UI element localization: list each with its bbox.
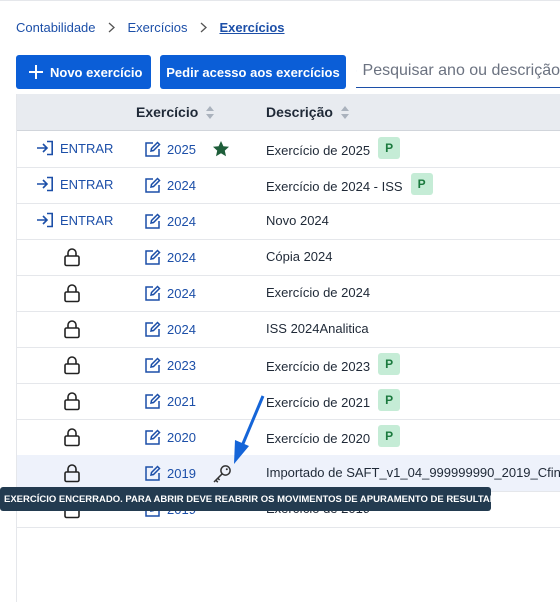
plus-icon: [29, 65, 43, 79]
new-exercise-label: Novo exercício: [50, 64, 143, 80]
breadcrumb-exercicios[interactable]: Exercícios: [128, 20, 188, 35]
chevron-right-icon: [96, 22, 128, 33]
search-box[interactable]: Pesquisar ano ou descrição: [356, 55, 560, 88]
breadcrumb-current[interactable]: Exercícios: [219, 20, 284, 35]
top-divider: [0, 0, 560, 1]
new-exercise-button[interactable]: Novo exercício: [16, 55, 151, 89]
search-icon: [356, 70, 357, 72]
chevron-right-icon: [187, 22, 219, 33]
request-access-button[interactable]: Pedir acesso aos exercícios: [160, 55, 346, 89]
breadcrumb-contabilidade[interactable]: Contabilidade: [16, 20, 96, 35]
exercises-table: Exercício Descrição ENTRAR 2025 Exercício …: [16, 94, 560, 602]
annotation-arrow: [234, 395, 265, 464]
breadcrumb: Contabilidade Exercícios Exercícios: [16, 18, 285, 36]
search-input[interactable]: Pesquisar ano ou descrição: [363, 62, 560, 80]
tooltip: EXERCÍCIO ENCERRADO. PARA ABRIR DEVE REA…: [0, 487, 513, 511]
request-access-label: Pedir acesso aos exercícios: [166, 64, 340, 80]
